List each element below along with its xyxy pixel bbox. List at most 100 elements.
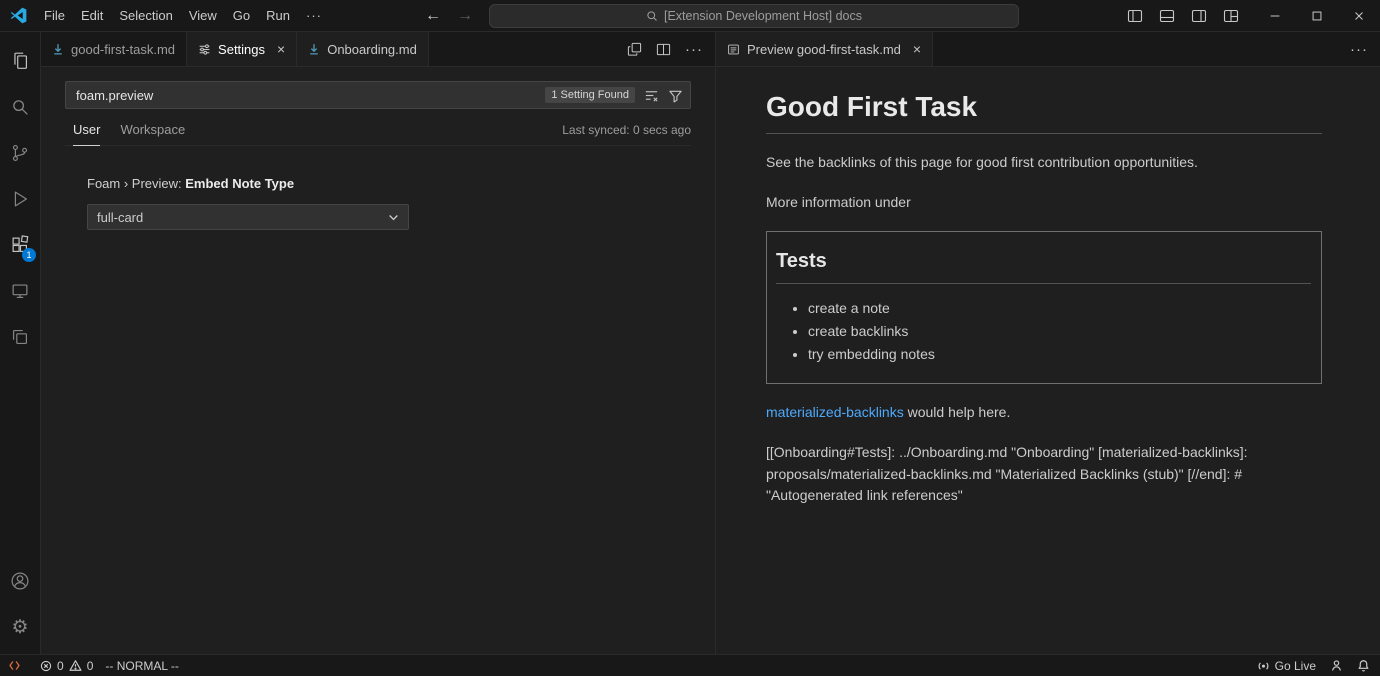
embed-note-type-dropdown[interactable]: full-card [87, 204, 409, 230]
toggle-primary-sidebar-icon[interactable] [1122, 3, 1148, 29]
command-center-text: [Extension Development Host] docs [664, 9, 862, 23]
settings-search-input[interactable] [73, 88, 545, 103]
maximize-button[interactable] [1296, 0, 1338, 32]
split-editor-icon[interactable] [656, 42, 671, 57]
link-paragraph: materialized-backlinks would help here. [766, 402, 1322, 424]
menu-file[interactable]: File [36, 5, 73, 26]
menu-bar: File Edit Selection View Go Run ··· [36, 5, 330, 26]
tab-label: good-first-task.md [71, 42, 175, 57]
list-item: try embedding notes [808, 346, 1311, 362]
materialized-backlinks-link[interactable]: materialized-backlinks [766, 404, 904, 420]
vim-mode-indicator: -- NORMAL -- [105, 659, 179, 673]
tab-label: Settings [218, 42, 265, 57]
settings-scope-tabs: User Workspace Last synced: 0 secs ago [65, 122, 691, 146]
tab-settings[interactable]: Settings × [187, 32, 297, 66]
list-item: create a note [808, 300, 1311, 316]
history-navigation: ← → [425, 7, 473, 25]
more-actions-icon[interactable]: ··· [685, 42, 703, 57]
go-live-label: Go Live [1275, 659, 1316, 673]
toggle-secondary-sidebar-icon[interactable] [1186, 3, 1212, 29]
chevron-down-icon [388, 212, 399, 223]
sync-status-text: Last synced: 0 secs ago [562, 123, 691, 145]
markdown-file-icon [52, 43, 64, 55]
accounts-icon[interactable] [0, 558, 40, 604]
close-tab-icon[interactable]: × [913, 42, 921, 56]
menu-run[interactable]: Run [258, 5, 298, 26]
go-back-icon[interactable]: ← [425, 7, 441, 25]
feedback-icon[interactable] [1330, 659, 1343, 672]
minimize-button[interactable] [1254, 0, 1296, 32]
editor-actions-left: ··· [615, 32, 715, 66]
menu-edit[interactable]: Edit [73, 5, 111, 26]
editor-actions-right: ··· [1338, 32, 1380, 66]
search-icon [646, 10, 658, 22]
title-bar: File Edit Selection View Go Run ··· ← → … [0, 0, 1380, 32]
scope-tab-workspace[interactable]: Workspace [120, 122, 185, 146]
vscode-logo-icon [0, 7, 36, 24]
activity-bar: 1 ⚙ [0, 32, 41, 654]
problems-indicator[interactable]: 0 0 [40, 659, 93, 673]
vscode-window: File Edit Selection View Go Run ··· ← → … [0, 0, 1380, 676]
setting-title: Foam › Preview: Embed Note Type [87, 176, 691, 191]
remote-explorer-icon[interactable] [0, 268, 40, 314]
settings-search-box: 1 Setting Found [65, 81, 691, 109]
filter-settings-icon[interactable] [668, 88, 683, 103]
editor-group-right: Preview good-first-task.md × ··· Good Fi… [716, 32, 1380, 654]
error-count: 0 [57, 659, 64, 673]
embedded-note-card: Tests create a note create backlinks try… [766, 231, 1322, 384]
clear-search-results-icon[interactable] [644, 88, 659, 103]
preview-intro-paragraph: See the backlinks of this page for good … [766, 152, 1322, 174]
menu-selection[interactable]: Selection [111, 5, 180, 26]
tab-good-first-task[interactable]: good-first-task.md [41, 32, 187, 66]
title-bar-controls [1122, 0, 1380, 32]
settings-result-count-badge: 1 Setting Found [545, 87, 635, 103]
tab-preview-good-first-task[interactable]: Preview good-first-task.md × [716, 32, 933, 66]
embedded-note-list: create a note create backlinks try embed… [776, 300, 1311, 362]
open-preview-icon[interactable] [627, 42, 642, 57]
search-sidebar-icon[interactable] [0, 84, 40, 130]
tab-bar-left: good-first-task.md Settings × Onboardi [41, 32, 715, 67]
go-live-button[interactable]: Go Live [1257, 659, 1316, 673]
remote-indicator-icon[interactable] [0, 655, 28, 676]
link-tail-text: would help here. [904, 404, 1011, 420]
list-item: create backlinks [808, 323, 1311, 339]
editor-group-left: good-first-task.md Settings × Onboardi [41, 32, 716, 654]
extensions-badge: 1 [22, 248, 36, 262]
broadcast-icon [1257, 659, 1270, 672]
warning-count: 0 [87, 659, 94, 673]
markdown-preview-icon [727, 43, 740, 56]
settings-sliders-icon [198, 43, 211, 56]
markdown-file-icon [308, 43, 320, 55]
settings-gear-icon[interactable]: ⚙ [0, 604, 40, 650]
extensions-icon[interactable]: 1 [0, 222, 40, 268]
run-debug-icon[interactable] [0, 176, 40, 222]
more-actions-icon[interactable]: ··· [1350, 42, 1368, 57]
scope-tab-user[interactable]: User [73, 122, 100, 146]
customize-layout-icon[interactable] [1218, 3, 1244, 29]
preview-more-info-paragraph: More information under [766, 192, 1322, 214]
tab-onboarding[interactable]: Onboarding.md [297, 32, 429, 66]
menu-go[interactable]: Go [225, 5, 258, 26]
status-bar: 0 0 -- NORMAL -- Go Live [0, 654, 1380, 676]
close-tab-icon[interactable]: × [277, 42, 285, 56]
warning-icon [69, 659, 82, 672]
embedded-note-heading: Tests [776, 250, 1311, 284]
notifications-bell-icon[interactable] [1357, 659, 1370, 672]
source-control-icon[interactable] [0, 130, 40, 176]
tab-label: Preview good-first-task.md [747, 42, 901, 57]
settings-editor: 1 Setting Found User Workspace Last sync… [41, 67, 715, 654]
setting-item: Foam › Preview: Embed Note Type full-car… [87, 176, 691, 230]
error-icon [40, 660, 52, 672]
setting-category: Foam › Preview: [87, 176, 185, 191]
menu-view[interactable]: View [181, 5, 225, 26]
editor-layouts-icon[interactable] [0, 314, 40, 360]
setting-name: Embed Note Type [185, 176, 294, 191]
go-forward-icon[interactable]: → [457, 7, 473, 25]
explorer-icon[interactable] [0, 38, 40, 84]
command-center-search[interactable]: [Extension Development Host] docs [489, 4, 1019, 28]
link-references-paragraph: [[Onboarding#Tests]: ../Onboarding.md "O… [766, 442, 1322, 507]
preview-title: Good First Task [766, 91, 1322, 134]
close-window-button[interactable] [1338, 0, 1380, 32]
menu-overflow-icon[interactable]: ··· [298, 5, 330, 26]
toggle-panel-icon[interactable] [1154, 3, 1180, 29]
